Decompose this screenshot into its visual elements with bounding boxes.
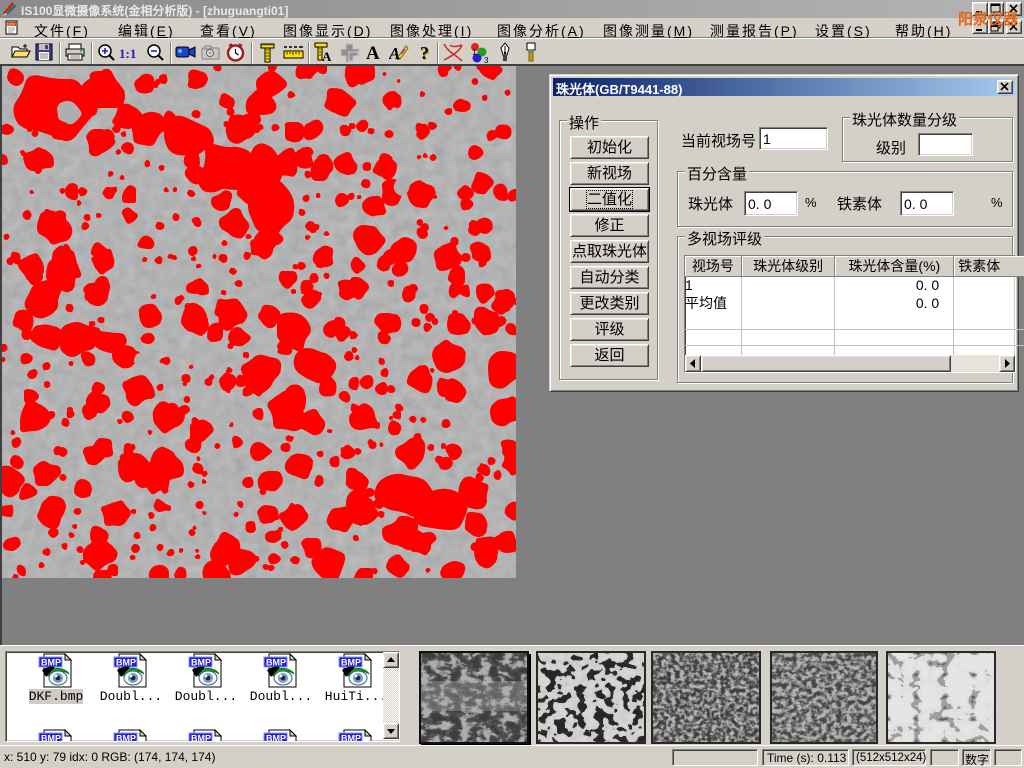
svg-text:BMP: BMP xyxy=(191,734,211,743)
svg-text:BMP: BMP xyxy=(41,658,61,668)
svg-text:BMP: BMP xyxy=(266,734,286,743)
svg-text:BMP: BMP xyxy=(341,658,361,668)
svg-text:3: 3 xyxy=(484,56,489,63)
svg-text:BMP: BMP xyxy=(191,658,211,668)
svg-text:BMP: BMP xyxy=(341,734,361,743)
svg-text:A: A xyxy=(389,44,400,63)
svg-text:BMP: BMP xyxy=(116,734,136,743)
svg-text:1: 1 xyxy=(472,48,477,57)
svg-text:BMP: BMP xyxy=(116,658,136,668)
svg-text:A: A xyxy=(322,49,332,63)
svg-text:BMP: BMP xyxy=(266,658,286,668)
svg-text:BMP: BMP xyxy=(41,734,61,743)
